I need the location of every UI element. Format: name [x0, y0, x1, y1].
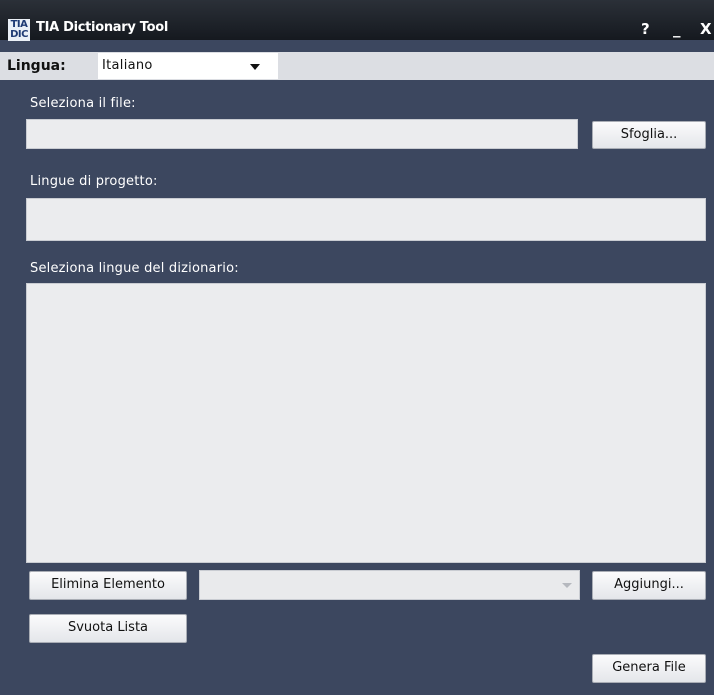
file-path-input[interactable] — [26, 119, 578, 149]
chevron-down-icon[interactable] — [562, 583, 572, 588]
add-language-combo[interactable] — [199, 570, 580, 600]
app-window: TIA DIC TIA Dictionary Tool ? _ X Lingua… — [0, 0, 714, 695]
logo-text-bottom: DIC — [10, 29, 28, 40]
minimize-button[interactable]: _ — [673, 20, 681, 38]
browse-button[interactable]: Sfoglia... — [592, 121, 706, 149]
language-bar: Lingua: Italiano — [0, 52, 714, 80]
dropdown-arrow-icon[interactable] — [250, 64, 260, 70]
add-button[interactable]: Aggiungi... — [592, 571, 706, 600]
title-bar[interactable]: TIA DIC TIA Dictionary Tool ? _ X — [0, 0, 714, 41]
help-button[interactable]: ? — [641, 20, 650, 38]
clear-list-button[interactable]: Svuota Lista — [29, 614, 187, 643]
dictionary-languages-label: Seleziona lingue del dizionario: — [30, 261, 239, 276]
language-label: Lingua: — [7, 58, 66, 74]
dictionary-languages-list[interactable] — [26, 283, 706, 563]
project-languages-field — [26, 198, 706, 241]
app-logo-icon: TIA DIC — [8, 19, 30, 41]
language-selected-value: Italiano — [102, 58, 153, 73]
file-section-label: Seleziona il file: — [30, 96, 136, 111]
window-title: TIA Dictionary Tool — [36, 20, 169, 35]
generate-file-button[interactable]: Genera File — [592, 654, 706, 683]
project-languages-label: Lingue di progetto: — [30, 174, 158, 189]
close-button[interactable]: X — [700, 20, 712, 38]
remove-item-button[interactable]: Elimina Elemento — [29, 571, 187, 600]
language-select[interactable]: Italiano — [98, 53, 278, 79]
